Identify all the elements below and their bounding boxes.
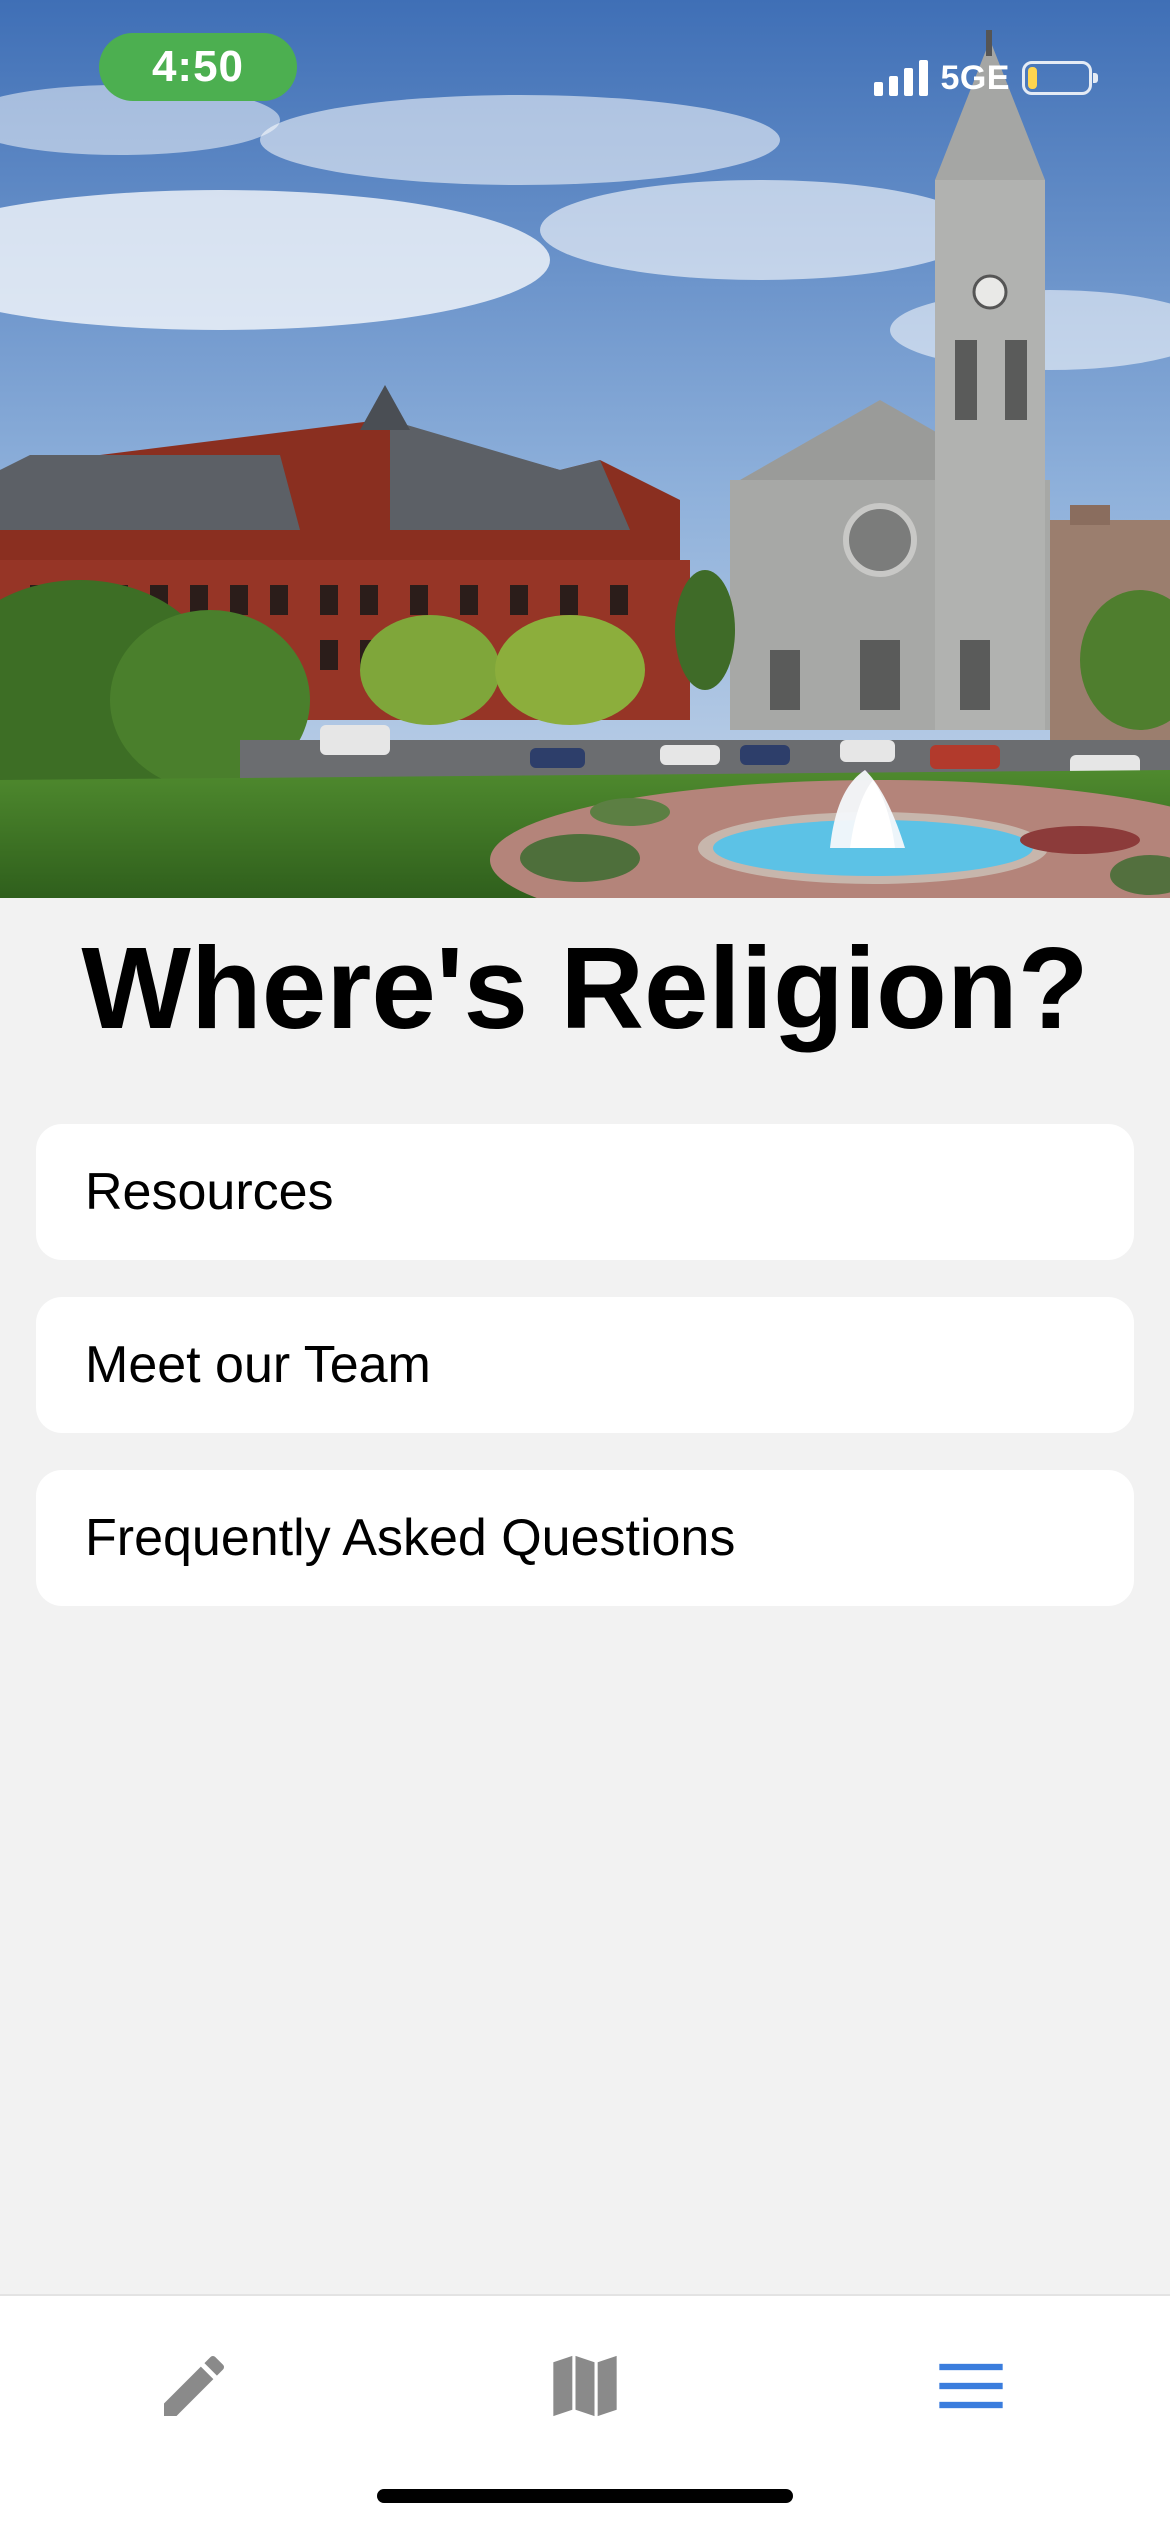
hero-image: [0, 0, 1170, 898]
battery-icon: [1022, 61, 1098, 95]
map-icon: [553, 2355, 617, 2417]
home-indicator: [377, 2489, 793, 2503]
tab-menu[interactable]: [911, 2326, 1031, 2446]
status-indicators: 5GE: [874, 50, 1098, 106]
faq-label: Frequently Asked Questions: [85, 1509, 736, 1567]
meet-our-team-button[interactable]: Meet our Team: [36, 1297, 1134, 1433]
faq-button[interactable]: Frequently Asked Questions: [36, 1470, 1134, 1606]
cellular-signal-icon: [874, 60, 929, 96]
meet-our-team-label: Meet our Team: [85, 1336, 431, 1394]
tab-compose[interactable]: [134, 2326, 254, 2446]
status-time: 4:50: [99, 33, 297, 101]
battery-fill: [1028, 67, 1037, 89]
menu-icon: [939, 2363, 1003, 2409]
network-type: 5GE: [940, 58, 1010, 97]
menu-list: Resources Meet our Team Frequently Asked…: [36, 1124, 1134, 1643]
page-title: Where's Religion?: [81, 923, 1089, 1053]
resources-label: Resources: [85, 1163, 334, 1221]
tab-map[interactable]: [525, 2326, 645, 2446]
pencil-icon: [164, 2355, 225, 2416]
resources-button[interactable]: Resources: [36, 1124, 1134, 1260]
